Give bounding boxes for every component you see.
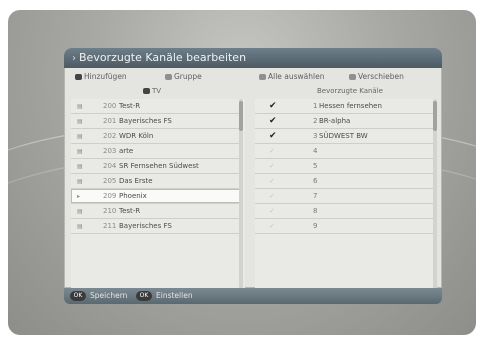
channel-row[interactable]: ▤ 210 Test-R [71, 204, 241, 219]
empty-check-icon[interactable]: ✓ [269, 219, 275, 234]
check-icon[interactable]: ✔ [269, 114, 277, 129]
favorite-number: 8 [313, 207, 318, 215]
favorite-name: SÜDWEST BW [319, 132, 368, 140]
favorite-number: 7 [313, 192, 318, 200]
row-marker: ▤ [77, 208, 83, 215]
channel-name: WDR Köln [119, 132, 154, 140]
channel-row[interactable]: ▤ 205 Das Erste [71, 174, 241, 189]
add-button[interactable]: Hinzufügen [75, 72, 127, 81]
favorite-number: 5 [313, 162, 318, 170]
favorite-row[interactable]: ✓ 5 [255, 159, 435, 174]
select-all-icon [259, 74, 266, 80]
favorite-number: 9 [313, 222, 318, 230]
favorite-row[interactable]: ✓ 4 [255, 144, 435, 159]
favorite-name: BR-alpha [319, 117, 351, 125]
channel-number: 205 [103, 177, 117, 185]
select-all-button[interactable]: Alle auswählen [259, 72, 325, 81]
channel-list[interactable]: ▤ 200 Test-R ▤ 201 Bayerisches FS ▤ 202 WDR Kö… [71, 99, 245, 289]
title-arrow-icon: › [72, 53, 76, 64]
channel-name: SR Fernsehen Südwest [119, 162, 199, 170]
row-marker: ▤ [77, 148, 83, 155]
right-scrollbar[interactable] [433, 99, 437, 289]
favorite-number: 6 [313, 177, 318, 185]
channel-name: arte [119, 147, 134, 155]
add-label: Hinzufügen [84, 72, 127, 81]
channel-number: 203 [103, 147, 117, 155]
check-icon[interactable]: ✔ [269, 99, 277, 114]
channel-name: Test-R [119, 207, 141, 215]
favorite-name: Hessen fernsehen [319, 102, 382, 110]
empty-check-icon[interactable]: ✓ [269, 189, 275, 204]
dialog-panel: Hinzufügen Gruppe Alle auswählen Verschi… [64, 68, 442, 289]
row-marker: ▸ [77, 193, 81, 200]
favorite-number: 2 [313, 117, 318, 125]
channel-row[interactable]: ▤ 201 Bayerisches FS [71, 114, 241, 129]
channel-row[interactable]: ▤ 202 WDR Köln [71, 129, 241, 144]
select-all-label: Alle auswählen [268, 72, 325, 81]
settings-label[interactable]: Einstellen [156, 288, 193, 304]
favorites-dialog: › Bevorzugte Kanäle bearbeiten Hinzufügen… [64, 48, 444, 289]
left-list-header: TV [143, 87, 161, 95]
add-icon [75, 74, 82, 80]
favorite-row[interactable]: ✔ 2 BR-alpha [255, 114, 435, 129]
favorite-number: 4 [313, 147, 318, 155]
favorite-row[interactable]: ✓ 8 [255, 204, 435, 219]
group-button[interactable]: Gruppe [165, 72, 202, 81]
channel-name: Bayerisches FS [119, 222, 172, 230]
move-label: Verschieben [358, 72, 404, 81]
empty-check-icon[interactable]: ✓ [269, 144, 275, 159]
save-key-icon[interactable]: OK [70, 291, 86, 301]
tv-icon [143, 88, 150, 94]
row-marker: ▤ [77, 163, 83, 170]
channel-row[interactable]: ▤ 211 Bayerisches FS [71, 219, 241, 234]
channel-row-selected[interactable]: ▸ 209 Phoenix [71, 189, 241, 204]
settings-key-icon[interactable]: OK [136, 291, 152, 301]
channel-name: Das Erste [119, 177, 153, 185]
left-scrollbar-thumb[interactable] [239, 101, 243, 131]
channel-number: 204 [103, 162, 117, 170]
channel-number: 209 [103, 192, 117, 200]
row-marker: ▤ [77, 178, 83, 185]
favorite-number: 3 [313, 132, 318, 140]
dialog-titlebar: › Bevorzugte Kanäle bearbeiten [64, 48, 442, 68]
row-marker: ▤ [77, 103, 83, 110]
empty-check-icon[interactable]: ✓ [269, 159, 275, 174]
channel-row[interactable]: ▤ 203 arte [71, 144, 241, 159]
favorite-row[interactable]: ✓ 7 [255, 189, 435, 204]
channel-name: Test-R [119, 102, 141, 110]
row-marker: ▤ [77, 223, 83, 230]
dialog-title: Bevorzugte Kanäle bearbeiten [79, 51, 247, 64]
left-scrollbar[interactable] [239, 99, 243, 289]
empty-check-icon[interactable]: ✓ [269, 204, 275, 219]
left-header-label: TV [152, 87, 162, 95]
channel-number: 202 [103, 132, 117, 140]
channel-name: Phoenix [119, 192, 147, 200]
empty-check-icon[interactable]: ✓ [269, 174, 275, 189]
row-marker: ▤ [77, 118, 83, 125]
right-list-header: Bevorzugte Kanäle [317, 87, 383, 95]
favorite-row[interactable]: ✔ 3 SÜDWEST BW [255, 129, 435, 144]
channel-number: 210 [103, 207, 117, 215]
channel-number: 201 [103, 117, 117, 125]
channel-number: 211 [103, 222, 117, 230]
right-scrollbar-thumb[interactable] [433, 101, 437, 131]
favorite-row[interactable]: ✓ 9 [255, 219, 435, 234]
favorite-row[interactable]: ✓ 6 [255, 174, 435, 189]
group-icon [165, 74, 172, 80]
save-label[interactable]: Speichern [90, 288, 127, 304]
channel-name: Bayerisches FS [119, 117, 172, 125]
check-icon[interactable]: ✔ [269, 129, 277, 144]
favorites-list[interactable]: ✔ 1 Hessen fernsehen ✔ 2 BR-alpha ✔ 3 SÜDWEST … [255, 99, 437, 289]
channel-number: 200 [103, 102, 117, 110]
channel-row[interactable]: ▤ 204 SR Fernsehen Südwest [71, 159, 241, 174]
row-marker: ▤ [77, 133, 83, 140]
move-button[interactable]: Verschieben [349, 72, 404, 81]
footer-bar: OK Speichern OK Einstellen [64, 288, 442, 304]
group-label: Gruppe [174, 72, 202, 81]
channel-row[interactable]: ▤ 200 Test-R [71, 99, 241, 114]
move-icon [349, 74, 356, 80]
toolbar: Hinzufügen Gruppe Alle auswählen Verschi… [65, 68, 441, 85]
favorite-number: 1 [313, 102, 318, 110]
favorite-row[interactable]: ✔ 1 Hessen fernsehen [255, 99, 435, 114]
